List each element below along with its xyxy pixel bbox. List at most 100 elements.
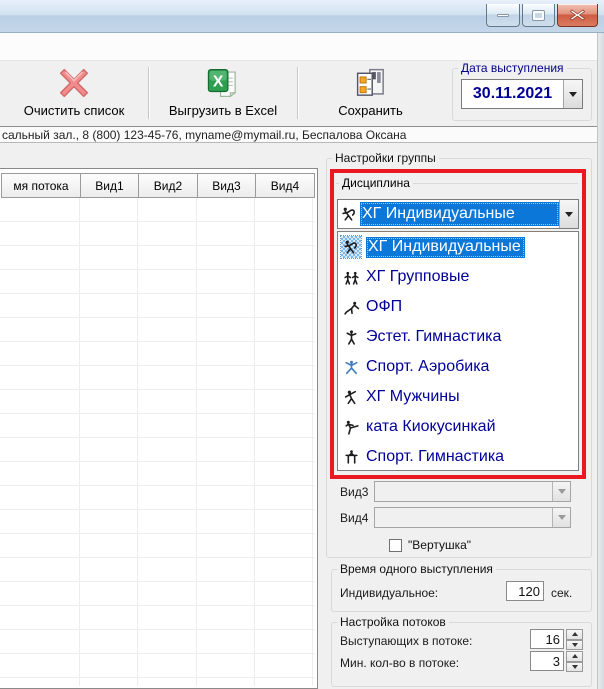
spin-up-icon: [572, 632, 578, 636]
ribbon-gymnast-icon: [338, 206, 360, 223]
export-excel-button[interactable]: X Выгрузить в Excel: [153, 63, 293, 123]
spin-down-icon: [572, 643, 578, 647]
minimize-button[interactable]: [486, 4, 520, 27]
stretch-figure-icon: [341, 296, 361, 318]
discipline-selected-value: ХГ Индивидуальные: [360, 202, 559, 226]
seconds-unit-label: сек.: [551, 586, 572, 600]
table-body[interactable]: [0, 198, 315, 686]
caption-buttons: [486, 4, 598, 27]
date-group: Дата выступления 30.11.2021: [452, 61, 592, 121]
min-per-stream-spinner: [566, 651, 583, 672]
table-row: [0, 606, 315, 630]
toolbar-separator: [148, 67, 149, 119]
table-row: [0, 438, 315, 462]
column-header-vid4[interactable]: Вид4: [255, 173, 315, 198]
spin-down-icon: [572, 665, 578, 669]
table-row: [0, 678, 315, 689]
close-button[interactable]: [557, 4, 598, 27]
column-header-vid2[interactable]: Вид2: [138, 173, 198, 198]
date-dropdown-button[interactable]: [563, 80, 582, 108]
date-group-label: Дата выступления: [458, 61, 567, 75]
dancer-icon: [341, 326, 361, 348]
grid-line: [79, 198, 80, 686]
chevron-down-icon: [565, 212, 573, 217]
min-per-stream-input[interactable]: 3: [530, 651, 564, 671]
column-header-vid1[interactable]: Вид1: [80, 173, 139, 198]
vertushka-row: "Вертушка": [389, 538, 471, 552]
table-row: [0, 558, 315, 582]
discipline-option-hg-group[interactable]: ХГ Групповые: [338, 262, 578, 292]
vid4-dropdown-button[interactable]: [552, 508, 570, 527]
discipline-option-ofp[interactable]: ОФП: [338, 292, 578, 322]
vid4-dropdown[interactable]: [374, 507, 571, 528]
table-row: [0, 510, 315, 534]
spin-down-button[interactable]: [566, 640, 583, 651]
performers-per-stream-label: Выступающих в потоке:: [340, 634, 472, 648]
chevron-down-icon: [569, 92, 577, 97]
clear-list-label: Очистить список: [24, 103, 125, 118]
column-header-vid3[interactable]: Вид3: [197, 173, 256, 198]
discipline-option-kata[interactable]: ката Киокусинкай: [338, 412, 578, 442]
save-report-icon: [354, 63, 388, 103]
spin-up-button[interactable]: [566, 629, 583, 640]
table-row: [0, 462, 315, 486]
clear-list-button[interactable]: Очистить список: [4, 63, 144, 123]
table-header: мя потока Вид1 Вид2 Вид3 Вид4: [1, 173, 315, 198]
table-row: [0, 390, 315, 414]
toolbar-separator: [297, 67, 298, 119]
discipline-label: Дисциплина: [339, 176, 413, 190]
grid-line: [312, 198, 313, 686]
performers-per-stream-input[interactable]: 16: [530, 629, 564, 649]
title-bar: [0, 0, 604, 33]
group-gymnasts-icon: [341, 266, 361, 288]
minimize-icon: [497, 14, 509, 17]
save-button[interactable]: Сохранить: [303, 63, 438, 123]
discipline-option-hg-individual[interactable]: ХГ Индивидуальные: [338, 232, 578, 262]
table-row: [0, 630, 315, 654]
pommel-horse-icon: [341, 446, 361, 468]
vid4-label: Вид4: [340, 511, 368, 525]
table-row: [0, 246, 315, 270]
table-row: [0, 198, 315, 222]
table-row: [0, 270, 315, 294]
discipline-dropdown-button[interactable]: [559, 200, 578, 228]
table-row: [0, 414, 315, 438]
maximize-button[interactable]: [522, 4, 555, 27]
maximize-icon: [533, 11, 544, 20]
window-right-frame: [597, 33, 604, 689]
column-header-time[interactable]: мя потока: [1, 173, 81, 198]
table-row: [0, 582, 315, 606]
discipline-option-aerobics[interactable]: Спорт. Аэробика: [338, 352, 578, 382]
vertushka-label: "Вертушка": [408, 538, 471, 552]
table-row: [0, 294, 315, 318]
table-row: [0, 486, 315, 510]
vid3-dropdown[interactable]: [374, 481, 571, 502]
spin-down-button[interactable]: [566, 662, 583, 673]
vid3-dropdown-button[interactable]: [552, 482, 570, 501]
discipline-option-sport-gymnastics[interactable]: Спорт. Гимнастика: [338, 442, 578, 472]
svg-text:X: X: [213, 74, 224, 91]
discipline-option-hg-men[interactable]: ХГ Мужчины: [338, 382, 578, 412]
date-value: 30.11.2021: [462, 85, 563, 103]
export-excel-label: Выгрузить в Excel: [169, 103, 277, 118]
grid-line: [196, 198, 197, 686]
vertushka-checkbox[interactable]: [389, 539, 402, 552]
performance-time-label: Время одного выступления: [337, 562, 496, 576]
discipline-option-esthetic[interactable]: Эстет. Гимнастика: [338, 322, 578, 352]
discipline-option-list: ХГ Индивидуальные ХГ Групповые ОФП Эстет…: [337, 231, 579, 471]
grid-line: [254, 198, 255, 686]
discipline-dropdown[interactable]: ХГ Индивидуальные: [337, 199, 579, 229]
date-dropdown[interactable]: 30.11.2021: [461, 79, 583, 109]
spin-up-icon: [572, 654, 578, 658]
status-text: сальный зал., 8 (800) 123-45-76, myname@…: [2, 128, 406, 142]
excel-icon: X: [206, 63, 240, 103]
ribbon-gymnast-icon: [341, 236, 361, 258]
individual-time-input[interactable]: 120: [506, 581, 544, 601]
spin-up-button[interactable]: [566, 651, 583, 662]
stream-settings-label: Настройка потоков: [337, 615, 449, 629]
min-per-stream-label: Мин. кол-во в потоке:: [340, 656, 459, 670]
chevron-down-icon: [558, 489, 566, 494]
chevron-down-icon: [558, 515, 566, 520]
table-row: [0, 342, 315, 366]
clear-list-icon: [57, 63, 91, 103]
